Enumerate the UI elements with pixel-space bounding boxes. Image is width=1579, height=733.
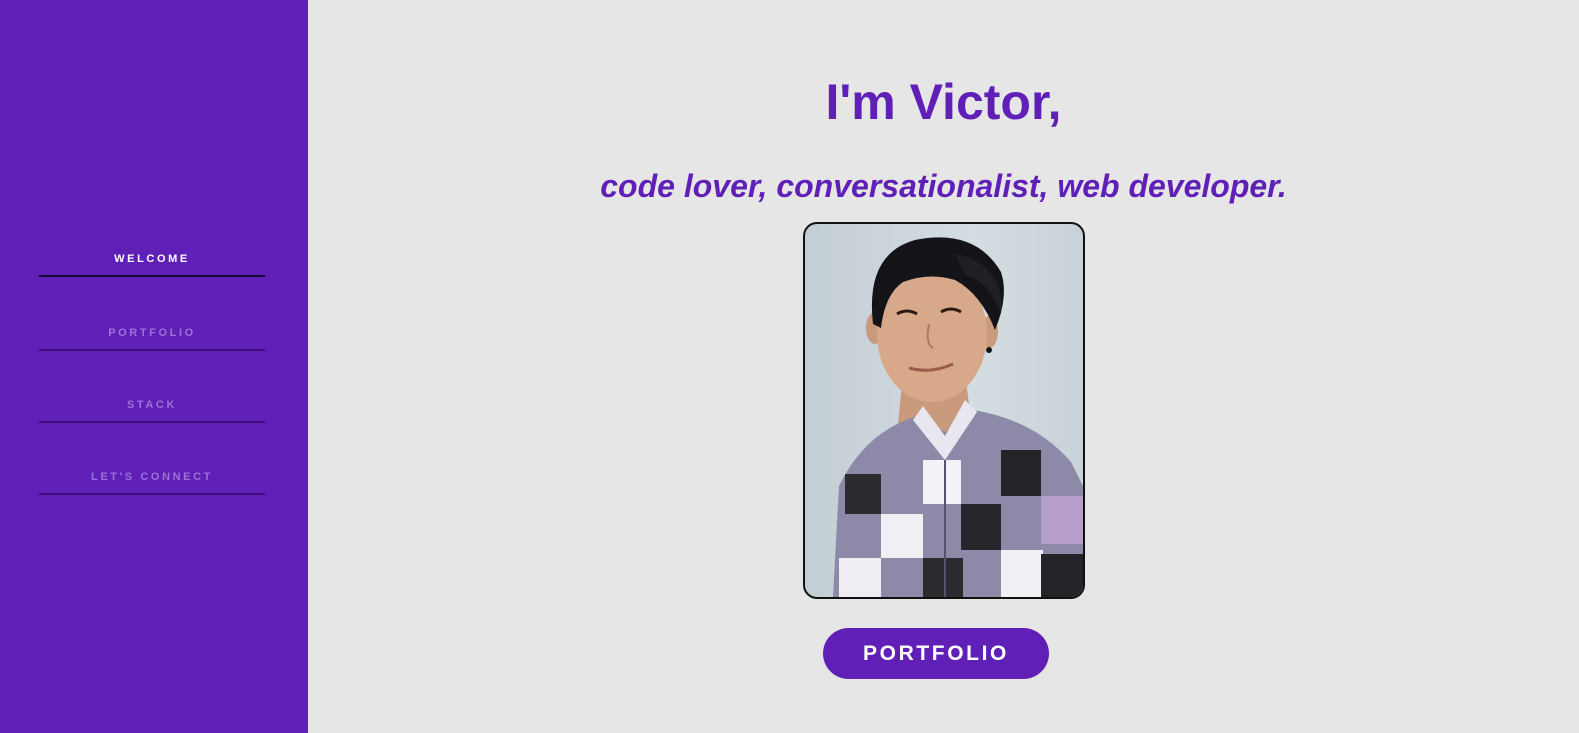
page-title: I'm Victor, (825, 74, 1062, 130)
page-subtitle: code lover, conversationalist, web devel… (600, 168, 1287, 204)
nav-item-lets-connect[interactable]: LET'S CONNECT (39, 459, 265, 495)
nav-item-stack[interactable]: STACK (39, 387, 265, 423)
main-content: I'm Victor, code lover, conversationalis… (308, 0, 1579, 733)
portfolio-button[interactable]: PORTFOLIO (823, 628, 1049, 679)
portrait-illustration (833, 237, 1083, 597)
nav-item-portfolio[interactable]: PORTFOLIO (39, 315, 265, 351)
nav-item-welcome[interactable]: WELCOME (39, 241, 265, 277)
profile-photo (803, 222, 1085, 599)
sidebar-nav: WELCOME PORTFOLIO STACK LET'S CONNECT (0, 0, 308, 733)
